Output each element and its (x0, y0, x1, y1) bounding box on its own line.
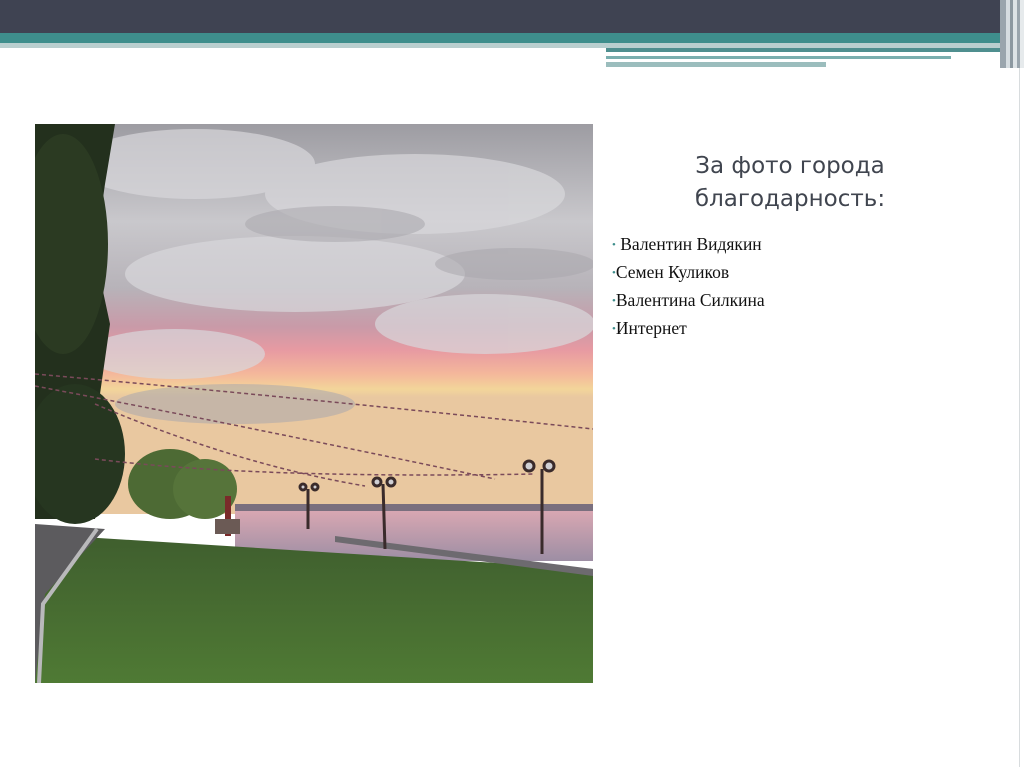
credit-name: Интернет (615, 318, 687, 338)
city-photo (35, 124, 593, 683)
credit-name: Семен Куликов (615, 262, 730, 282)
title-line: благодарность: (694, 186, 886, 212)
list-item: •Валентина Силкина (612, 286, 765, 314)
sunset-embankment-photo (35, 124, 593, 683)
credit-name: Валентин Видякин (615, 234, 762, 254)
header-band-dark (0, 0, 1000, 33)
header-stripe (606, 48, 1000, 52)
credits-list: • Валентин Видякин •Семен Куликов •Вален… (612, 230, 765, 342)
credit-name: Валентина Силкина (615, 290, 765, 310)
list-item: •Семен Куликов (612, 258, 765, 286)
header-stripe (606, 62, 826, 67)
list-item: • Валентин Видякин (612, 230, 765, 258)
header-stripe (606, 56, 951, 59)
list-item: •Интернет (612, 314, 765, 342)
title-line: За фото города (695, 153, 885, 179)
slide-title: За фото города благодарность: (620, 150, 960, 216)
slide-border (1019, 68, 1020, 767)
edge-band (1020, 0, 1024, 68)
header-band-teal (0, 33, 1000, 43)
